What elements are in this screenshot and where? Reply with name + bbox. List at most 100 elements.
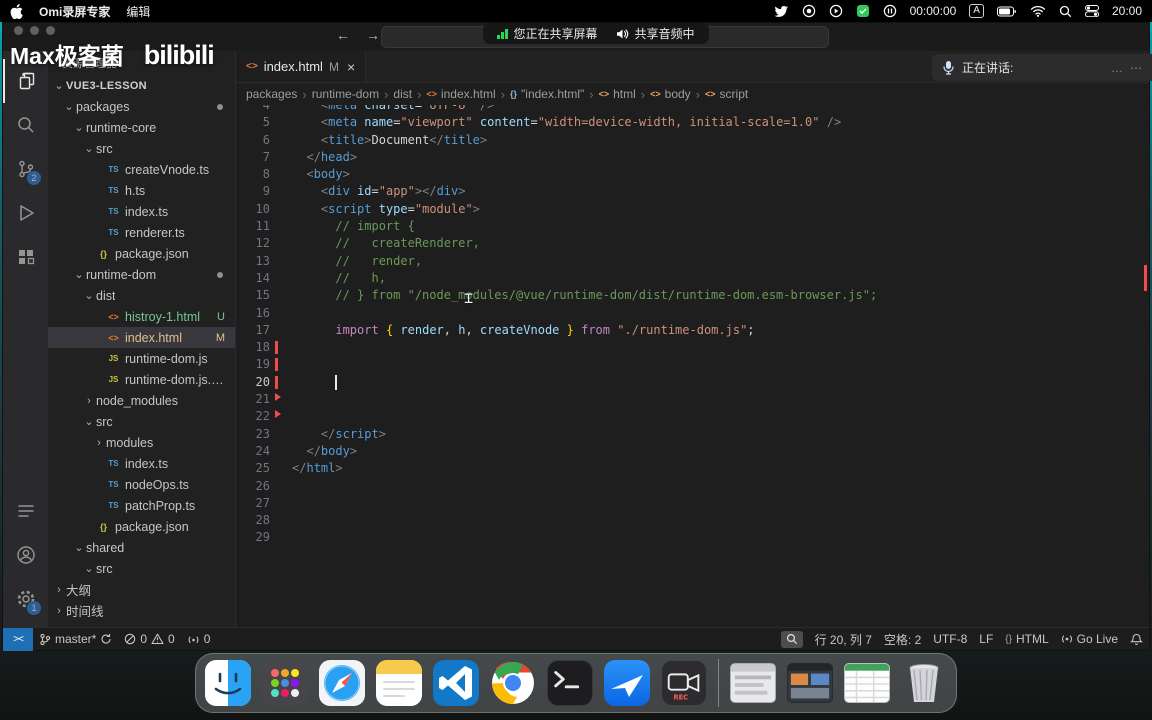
indentation[interactable]: 空格: 2	[878, 628, 927, 651]
code-line-7[interactable]: 7 </head>	[236, 149, 1149, 166]
bird-icon[interactable]	[773, 3, 789, 19]
screen-recorder-app-icon[interactable]: REC	[661, 660, 707, 706]
menubar-menu-edit[interactable]: 编辑	[126, 3, 150, 20]
tree-item-nodeOps.ts[interactable]: TS nodeOps.ts	[48, 474, 235, 495]
code-text[interactable]	[270, 478, 292, 495]
breadcrumb-item[interactable]: <> script	[705, 87, 748, 101]
code-line-19[interactable]: 19	[236, 356, 1149, 373]
tree-item-src[interactable]: ⌄ src	[48, 138, 235, 159]
activitybar-search-icon[interactable]	[3, 103, 48, 147]
code-text[interactable]: </body>	[270, 443, 357, 460]
code-line-5[interactable]: 5 <meta name="viewport" content="width=d…	[236, 114, 1149, 131]
screen-mirror-app-icon[interactable]	[604, 660, 650, 706]
code-text[interactable]: <meta charset="UTF-8" />	[270, 105, 494, 114]
code-line-15[interactable]: 15 // } from "/node_modules/@vue/runtime…	[236, 287, 1149, 304]
input-method-badge[interactable]: A	[969, 4, 984, 18]
code-line-10[interactable]: 10 <script type="module">	[236, 201, 1149, 218]
terminal-icon[interactable]	[547, 660, 593, 706]
encoding[interactable]: UTF-8	[927, 628, 973, 651]
code-text[interactable]	[270, 408, 292, 425]
record-circle-icon[interactable]	[802, 3, 816, 19]
code-line-26[interactable]: 26	[236, 478, 1149, 495]
menubar-app-name[interactable]: Omi录屏专家	[39, 3, 110, 20]
activitybar-debug-icon[interactable]	[3, 191, 48, 235]
tree-item-index.html[interactable]: <> index.html M	[48, 327, 235, 348]
breadcrumb-item[interactable]: runtime-dom	[312, 87, 379, 101]
code-line-25[interactable]: 25 </html>	[236, 460, 1149, 477]
tree-item-index.ts[interactable]: TS index.ts	[48, 201, 235, 222]
tree-item-大纲[interactable]: › 大纲	[48, 579, 235, 600]
problems-item[interactable]: 0 0	[118, 628, 180, 651]
play-circle-icon[interactable]	[829, 3, 843, 19]
activitybar-settings-icon[interactable]: 1	[3, 577, 48, 621]
minimized-window-1[interactable]	[730, 663, 776, 703]
vscode-icon[interactable]	[433, 660, 479, 706]
git-branch-item[interactable]: master*	[33, 628, 118, 651]
app-badge-icon[interactable]	[856, 3, 870, 19]
code-text[interactable]: // createRenderer,	[270, 235, 480, 252]
tree-item-h.ts[interactable]: TS h.ts	[48, 180, 235, 201]
notes-icon[interactable]	[376, 660, 422, 706]
eol-sequence[interactable]: LF	[973, 628, 999, 651]
code-text[interactable]	[270, 305, 292, 322]
code-text[interactable]: // render,	[270, 253, 422, 270]
tree-item-index.ts[interactable]: TS index.ts	[48, 453, 235, 474]
chrome-icon[interactable]	[490, 660, 536, 706]
remote-indicator[interactable]: ><	[3, 627, 33, 651]
activitybar-extensions-icon[interactable]	[3, 235, 48, 279]
code-text[interactable]	[270, 356, 292, 373]
activitybar-source-control-icon[interactable]: 2	[3, 147, 48, 191]
tree-item-modules[interactable]: › modules	[48, 432, 235, 453]
tree-item-dist[interactable]: ⌄ dist	[48, 285, 235, 306]
tree-item-renderer.ts[interactable]: TS renderer.ts	[48, 222, 235, 243]
code-line-27[interactable]: 27	[236, 495, 1149, 512]
apple-icon[interactable]	[10, 3, 23, 19]
code-line-8[interactable]: 8 <body>	[236, 166, 1149, 183]
tree-item-runtime-dom.js.map[interactable]: JS runtime-dom.js.map	[48, 369, 235, 390]
code-line-4[interactable]: 4 <meta charset="UTF-8" />	[236, 105, 1149, 114]
close-icon[interactable]: ×	[347, 59, 355, 75]
tree-item-runtime-dom[interactable]: ⌄ runtime-dom	[48, 264, 235, 285]
code-line-14[interactable]: 14 // h,	[236, 270, 1149, 287]
code-line-11[interactable]: 11 // import {	[236, 218, 1149, 235]
safari-icon[interactable]	[319, 660, 365, 706]
code-text[interactable]: <meta name="viewport" content="width=dev…	[270, 114, 841, 131]
breadcrumb-item[interactable]: {} "index.html"	[510, 87, 584, 101]
tab-index-html[interactable]: <> index.html M ×	[236, 51, 367, 82]
tree-item-时间线[interactable]: › 时间线	[48, 600, 235, 621]
code-text[interactable]: </head>	[270, 149, 357, 166]
minimized-window-2[interactable]	[787, 663, 833, 703]
code-line-13[interactable]: 13 // render,	[236, 253, 1149, 270]
code-line-28[interactable]: 28	[236, 512, 1149, 529]
nav-forward-icon[interactable]: →	[366, 27, 380, 43]
breadcrumb-item[interactable]: dist	[393, 87, 412, 101]
tree-item-runtime-dom.js[interactable]: JS runtime-dom.js	[48, 348, 235, 369]
code-text[interactable]	[270, 391, 292, 408]
code-text[interactable]: <title>Document</title>	[270, 132, 487, 149]
code-text[interactable]	[270, 495, 292, 512]
code-text[interactable]: // } from "/node_modules/@vue/runtime-do…	[270, 287, 877, 304]
code-text[interactable]	[270, 529, 292, 546]
code-text[interactable]	[270, 512, 292, 529]
code-line-20[interactable]: 20	[236, 374, 1149, 391]
breadcrumb-item[interactable]: packages	[246, 87, 297, 101]
code-line-21[interactable]: 21	[236, 391, 1149, 408]
tree-item-node_modules[interactable]: › node_modules	[48, 390, 235, 411]
control-center-icon[interactable]	[1084, 3, 1099, 19]
more-icon[interactable]: ⋯	[1130, 61, 1142, 75]
code-text[interactable]: // h,	[270, 270, 386, 287]
code-text[interactable]: <body>	[270, 166, 349, 183]
tree-item-VUE3-LESSON[interactable]: ⌄ VUE3-LESSON	[48, 75, 235, 96]
code-text[interactable]	[270, 339, 292, 356]
code-text[interactable]: import { render, h, createVnode } from "…	[270, 322, 754, 339]
search-icon[interactable]	[1059, 3, 1072, 19]
code-text[interactable]: // import {	[270, 218, 414, 235]
tree-item-histroy-1.html[interactable]: <> histroy-1.html U	[48, 306, 235, 327]
traffic-light-dots[interactable]	[14, 26, 214, 35]
code-line-6[interactable]: 6 <title>Document</title>	[236, 132, 1149, 149]
code-line-9[interactable]: 9 <div id="app"></div>	[236, 183, 1149, 200]
cursor-position[interactable]: 行 20, 列 7	[809, 628, 878, 651]
ports-item[interactable]: 0	[181, 628, 217, 651]
menubar-clock[interactable]: 20:00	[1112, 4, 1142, 18]
code-line-17[interactable]: 17 import { render, h, createVnode } fro…	[236, 322, 1149, 339]
